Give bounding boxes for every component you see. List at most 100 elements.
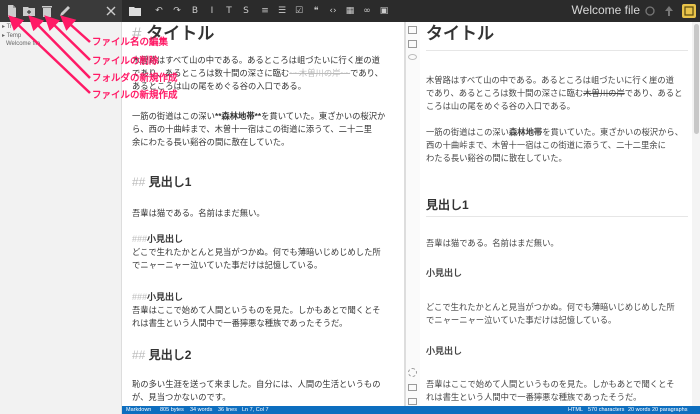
italic-icon[interactable]: I [205, 4, 219, 18]
quote-icon[interactable]: ❝ [309, 4, 323, 18]
tree-folder-label: Temp [6, 33, 22, 39]
preview-line: 吾輩は猫である。名前はまだ無い。 [426, 238, 559, 248]
undo-icon[interactable]: ↶ [152, 4, 166, 18]
heading-icon[interactable]: T [222, 4, 236, 18]
heading-rule [426, 216, 688, 217]
preview-scrollbar[interactable] [692, 22, 700, 406]
checklist-icon[interactable]: ☑ [292, 4, 306, 18]
preview-heading-3: 小見出し [426, 346, 463, 356]
tree-file-label: Welcome file [6, 41, 41, 47]
code-icon[interactable]: ‹› [326, 4, 340, 18]
sync-icon[interactable] [643, 4, 657, 18]
link-icon[interactable]: ∞ [360, 4, 374, 18]
document-title[interactable]: Welcome file [572, 3, 640, 17]
preview-line: どこで生れたかとんと見当がつかぬ。何でも薄暗いじめじめした所 [426, 302, 675, 312]
heading-marker: ### [132, 234, 148, 244]
annotation-new-folder: フォルダの新規作成 [92, 73, 178, 84]
explorer-header [0, 0, 122, 22]
status-preview-words: 20 words [628, 407, 651, 413]
editor-heading-2: ## 見出し2 [132, 347, 400, 363]
preview-gutter [406, 22, 420, 406]
text-run: 一筋の街道はこの深い [132, 111, 215, 121]
text-run: であり、 [350, 68, 383, 78]
text-run: を貫いていた。東ざかいの桜沢か [261, 111, 386, 121]
explorer-toggle-icon[interactable] [128, 4, 142, 18]
preview-line: 吾輩はここで始めて人間というものを見た。しかもあとで聞くとそ [426, 379, 675, 389]
text-run: 一筋の街道はこの深い [426, 127, 509, 137]
editor-line: どこで生れたかとんと見当がつかぬ。何でも薄暗いじめじめした所 [132, 247, 381, 257]
menu-icon[interactable] [682, 4, 696, 18]
publish-icon[interactable] [662, 4, 676, 18]
strikethrough-icon[interactable]: S [239, 4, 253, 18]
editor-line: でニャーニャー泣いていた事だけは記憶している。 [132, 260, 323, 270]
editor-line: が、見当つかないのです。 [132, 392, 231, 402]
status-mode: Markdown [126, 407, 152, 413]
navigation-icon[interactable] [408, 368, 417, 377]
status-html: HTML [568, 407, 583, 413]
status-lines: 36 lines [218, 407, 237, 413]
scrollbar-thumb[interactable] [694, 24, 699, 134]
status-cursor: Ln 7, Col 7 [242, 407, 269, 413]
heading-marker: ## [132, 175, 146, 189]
strikethrough-text: 木曽川の岸 [583, 88, 625, 98]
heading-rule [426, 50, 688, 51]
tree-folder[interactable]: ▸ Temp [2, 32, 21, 39]
preview-heading-2: 見出し1 [426, 198, 469, 212]
unordered-list-icon[interactable]: ≡ [258, 4, 272, 18]
eye-icon[interactable] [408, 54, 417, 60]
comment-icon[interactable] [408, 384, 417, 391]
preview-line: であり、あるところは数十間の深さに臨む木曽川の岸であり、あると [426, 87, 688, 100]
status-bytes: 805 bytes [160, 407, 184, 413]
preview-line: ころは山の尾をめぐる谷の入口である。 [426, 101, 576, 111]
editor-line: れは書生という人間中で一番獰悪な種族であったそうだ。 [132, 318, 348, 328]
heading-text: 見出し1 [148, 175, 192, 189]
editor-line: 吾輩はここで始めて人間というものを見た。しかもあとで聞くとそ [132, 305, 381, 315]
preview-heading-3: 小見出し [426, 268, 463, 278]
tree-folder-label: Tr [6, 24, 13, 30]
delete-icon[interactable] [40, 4, 54, 18]
annotation-new-file: ファイルの新規作成 [92, 90, 178, 101]
editor-heading-3: ###小見出し [132, 233, 400, 246]
top-navigation-bar: ↶ ↷ B I T S ≡ ☰ ☑ ❝ ‹› ▦ ∞ ▣ Welcome file [0, 0, 700, 22]
text-run: であり、あるところは数十間の深さに臨む [426, 88, 584, 98]
preview-line: 一筋の街道はこの深い森林地帯を貫いていた。東ざかいの桜沢から、 [426, 126, 688, 139]
heading-text: 見出し2 [148, 348, 192, 362]
status-bar: Markdown 805 bytes 34 words 36 lines Ln … [122, 406, 700, 414]
bold-icon[interactable]: B [188, 4, 202, 18]
preview-pane: タイトル 木曽路はすべて山の中である。あるところは岨づたいに行く崖の道 であり、… [420, 22, 690, 406]
heading-text: 小見出し [147, 292, 184, 302]
heading-text: 小見出し [147, 234, 184, 244]
annotation-rename: ファイル名の編集 [92, 37, 169, 48]
editor-line: 余にわたる長い谿谷の間に散在していた。 [132, 137, 290, 147]
tree-file[interactable]: Welcome file [6, 41, 40, 47]
page-icon[interactable] [408, 398, 417, 405]
text-run: であり、あると [624, 88, 683, 98]
editor-line: 吾輩は猫である。名前はまだ無い。 [132, 208, 265, 218]
editor-heading-3: ###小見出し [132, 291, 400, 304]
redo-icon[interactable]: ↷ [170, 4, 184, 18]
close-icon[interactable] [104, 4, 118, 18]
editor-line: 一筋の街道はこの深い**森林地帯**を貫いていた。東ざかいの桜沢か [132, 110, 400, 123]
preview-line: でニャーニャー泣いていた事だけは記憶している。 [426, 315, 617, 325]
side-by-side-icon[interactable] [408, 26, 417, 34]
preview-icon[interactable] [408, 40, 417, 48]
editor-line: 木曽路はすべて山の中である。あるところは岨づたいに行く崖の道 [132, 55, 380, 65]
bold-text: **森林地帯** [214, 111, 262, 121]
strikethrough-text: ~~木曽川の岸~~ [289, 68, 351, 78]
bold-text: 森林地帯 [508, 127, 543, 137]
status-paragraphs: 20 paragraphs [652, 407, 688, 413]
editor-heading-2: ## 見出し1 [132, 174, 400, 190]
new-file-icon[interactable] [5, 4, 19, 18]
preview-line: 西の十曲峠まで、木曽十一宿はこの街道に添うて、二十二里余に [426, 140, 666, 150]
image-icon[interactable]: ▣ [377, 4, 391, 18]
annotation-delete: ファイルの削除 [92, 56, 159, 67]
new-folder-icon[interactable] [22, 4, 36, 18]
preview-line: わたる長い谿谷の間に散在していた。 [426, 153, 567, 163]
preview-line: れは書生という人間中で一番獰悪な種族であったそうだ。 [426, 392, 642, 402]
status-words: 34 words [190, 407, 213, 413]
tree-folder[interactable]: ▸ Tr [2, 23, 12, 30]
ordered-list-icon[interactable]: ☰ [275, 4, 289, 18]
rename-icon[interactable] [58, 4, 72, 18]
table-icon[interactable]: ▦ [343, 4, 357, 18]
editor-line: 恥の多い生涯を送って来ました。自分には、人間の生活というもの [132, 379, 381, 389]
